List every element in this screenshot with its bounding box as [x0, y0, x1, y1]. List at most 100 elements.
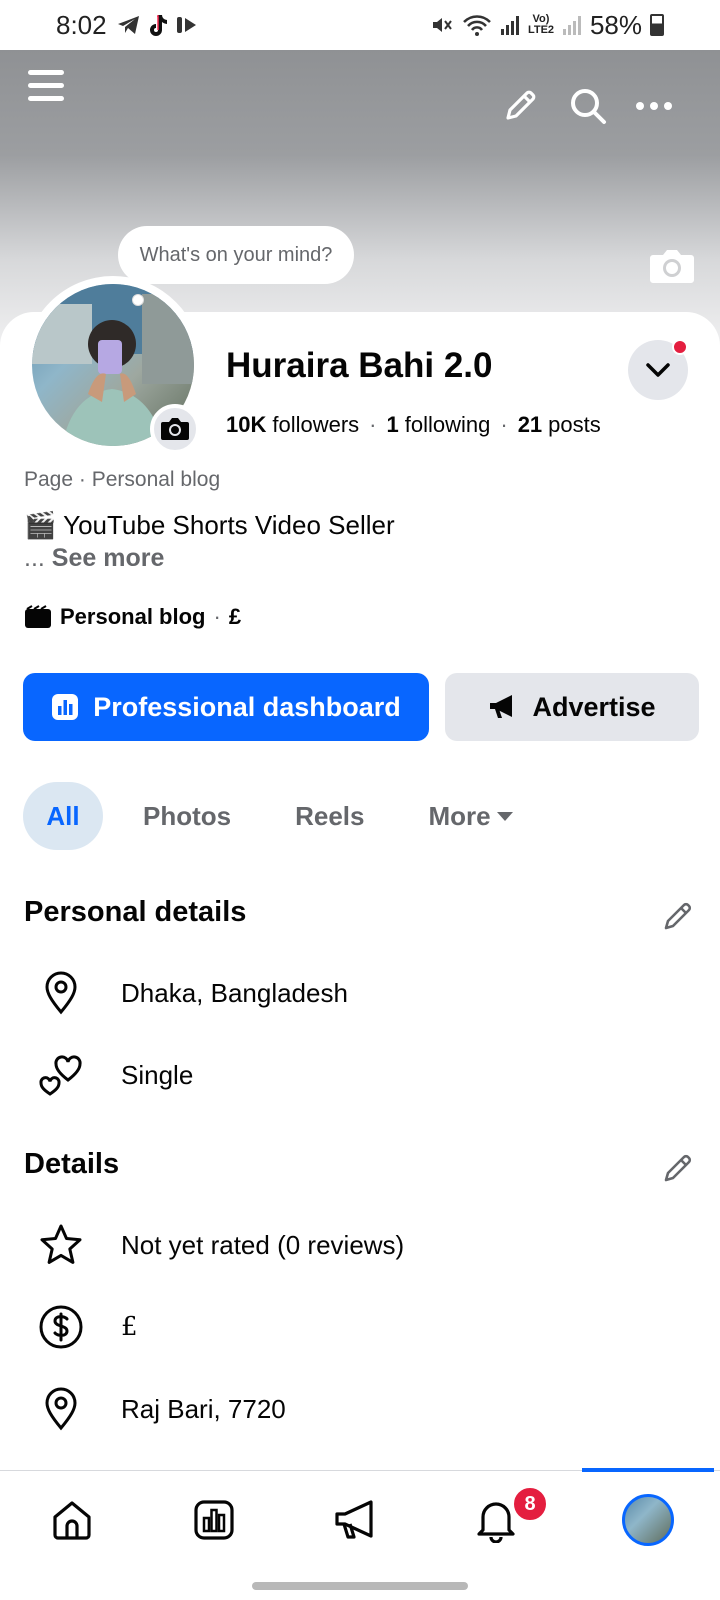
status-right: Vo) LTE2 58% — [430, 10, 664, 41]
followers-label[interactable]: followers — [272, 412, 359, 438]
cover-camera-button[interactable] — [648, 246, 696, 286]
home-indicator[interactable] — [252, 1582, 468, 1590]
profile-stats: 10K followers · 1 following · 21 posts — [226, 412, 601, 438]
megaphone-icon — [490, 695, 513, 718]
search-button[interactable] — [566, 84, 610, 128]
followers-count[interactable]: 10K — [226, 412, 266, 438]
tab-all-label: All — [46, 800, 80, 831]
active-tab-indicator — [582, 1468, 714, 1472]
chevron-down-icon — [646, 363, 670, 377]
search-icon — [571, 89, 606, 124]
personal-details-title: Personal details — [24, 896, 247, 928]
detail-row-location: Dhaka, Bangladesh — [36, 968, 348, 1018]
thought-bubble[interactable]: What's on your mind? — [118, 226, 354, 284]
posts-count: 21 — [517, 412, 543, 437]
stats-separator: · — [500, 412, 508, 437]
notification-dot — [672, 339, 688, 355]
tab-photos-label: Photos — [143, 800, 232, 831]
advertise-button[interactable]: Advertise — [445, 673, 699, 741]
following-label[interactable]: following — [405, 412, 491, 438]
dashboard-icon — [194, 1500, 234, 1540]
edit-details-button[interactable] — [660, 1150, 700, 1190]
tab-more-label: More — [428, 800, 491, 831]
tab-reels[interactable]: Reels — [271, 782, 388, 850]
network-label: Vo) LTE2 — [527, 13, 555, 36]
signal-icon — [500, 16, 519, 35]
home-icon — [53, 1501, 91, 1540]
detail-row-address: Raj Bari, 7720 — [36, 1384, 286, 1434]
megaphone-icon — [335, 1500, 373, 1539]
nav-dashboard[interactable] — [184, 1490, 244, 1550]
posts-label: posts — [548, 412, 601, 437]
details-title: Details — [24, 1148, 120, 1180]
detail-text: £ — [121, 1312, 138, 1342]
edit-profile-button[interactable] — [498, 84, 542, 128]
pencil-icon — [506, 90, 536, 120]
signal-2-icon — [562, 16, 581, 35]
more-options-button[interactable] — [632, 84, 676, 128]
menu-icon — [28, 70, 64, 75]
detail-row-rating: Not yet rated (0 reviews) — [36, 1220, 404, 1270]
tab-all[interactable]: All — [23, 782, 103, 850]
status-app-icons — [117, 13, 199, 37]
dashboard-icon — [52, 694, 79, 720]
status-left: 8:02 — [56, 10, 199, 41]
caret-down-icon — [496, 811, 513, 821]
profile-tabs: All Photos Reels More — [23, 782, 553, 850]
menu-button[interactable] — [24, 64, 68, 108]
play-icon — [176, 17, 196, 33]
status-time: 8:02 — [56, 9, 107, 40]
bio-text: 🎬 YouTube Shorts Video Seller — [24, 510, 395, 540]
thought-bubble-tail — [132, 294, 144, 306]
nav-home[interactable] — [42, 1490, 102, 1550]
camera-icon — [161, 418, 189, 440]
location-pin-icon — [36, 1384, 86, 1434]
tab-photos[interactable]: Photos — [119, 782, 255, 850]
detail-text: Not yet rated (0 reviews) — [121, 1229, 405, 1260]
nav-ads[interactable] — [326, 1490, 386, 1550]
telegram-icon — [117, 16, 139, 34]
camera-icon — [650, 250, 694, 283]
detail-text: Raj Bari, 7720 — [121, 1393, 286, 1424]
pencil-icon — [664, 1154, 692, 1182]
wifi-icon — [463, 15, 491, 36]
professional-dashboard-button[interactable]: Professional dashboard — [23, 673, 429, 741]
page-name: Huraira Bahi 2.0 — [226, 346, 493, 385]
location-pin-icon — [36, 968, 86, 1018]
clapperboard-icon — [25, 605, 51, 628]
see-more-ellipsis: ... — [24, 544, 45, 572]
more-dots-icon — [636, 102, 672, 110]
page-category: Page · Personal blog — [24, 468, 221, 491]
tab-reels-label: Reels — [295, 800, 365, 831]
detail-text: Single — [121, 1059, 194, 1090]
menu-icon-bar — [28, 96, 64, 101]
menu-icon-bar — [28, 83, 64, 88]
nav-profile[interactable] — [618, 1490, 678, 1550]
battery-icon — [650, 14, 664, 36]
star-icon — [36, 1220, 86, 1270]
avatar-camera-button[interactable] — [150, 404, 200, 454]
blog-label: Personal blog — [60, 604, 206, 629]
profile-avatar — [622, 1494, 674, 1546]
price-range: £ — [228, 604, 242, 629]
hearts-icon — [36, 1050, 86, 1100]
status-bar: 8:02 Vo) LTE2 58% — [0, 0, 720, 50]
detail-text: Dhaka, Bangladesh — [121, 977, 348, 1008]
page-category-line: Personal blog · £ — [24, 604, 241, 630]
pencil-icon — [664, 902, 692, 930]
blog-dot: · — [213, 604, 221, 629]
notification-badge: 8 — [512, 1486, 548, 1522]
advertise-label: Advertise — [532, 691, 656, 722]
battery-percent: 58% — [589, 9, 642, 40]
see-more-label[interactable]: See more — [52, 544, 165, 572]
tab-more[interactable]: More — [405, 782, 537, 850]
following-count[interactable]: 1 — [387, 412, 399, 438]
see-more-link[interactable]: ... See more — [24, 544, 164, 573]
stats-separator: · — [369, 412, 377, 437]
edit-personal-details-button[interactable] — [660, 898, 700, 938]
tiktok-icon — [149, 15, 167, 36]
mute-icon — [432, 18, 452, 32]
professional-dashboard-label: Professional dashboard — [93, 691, 401, 722]
detail-row-relationship: Single — [36, 1050, 193, 1100]
dollar-icon — [36, 1302, 86, 1352]
